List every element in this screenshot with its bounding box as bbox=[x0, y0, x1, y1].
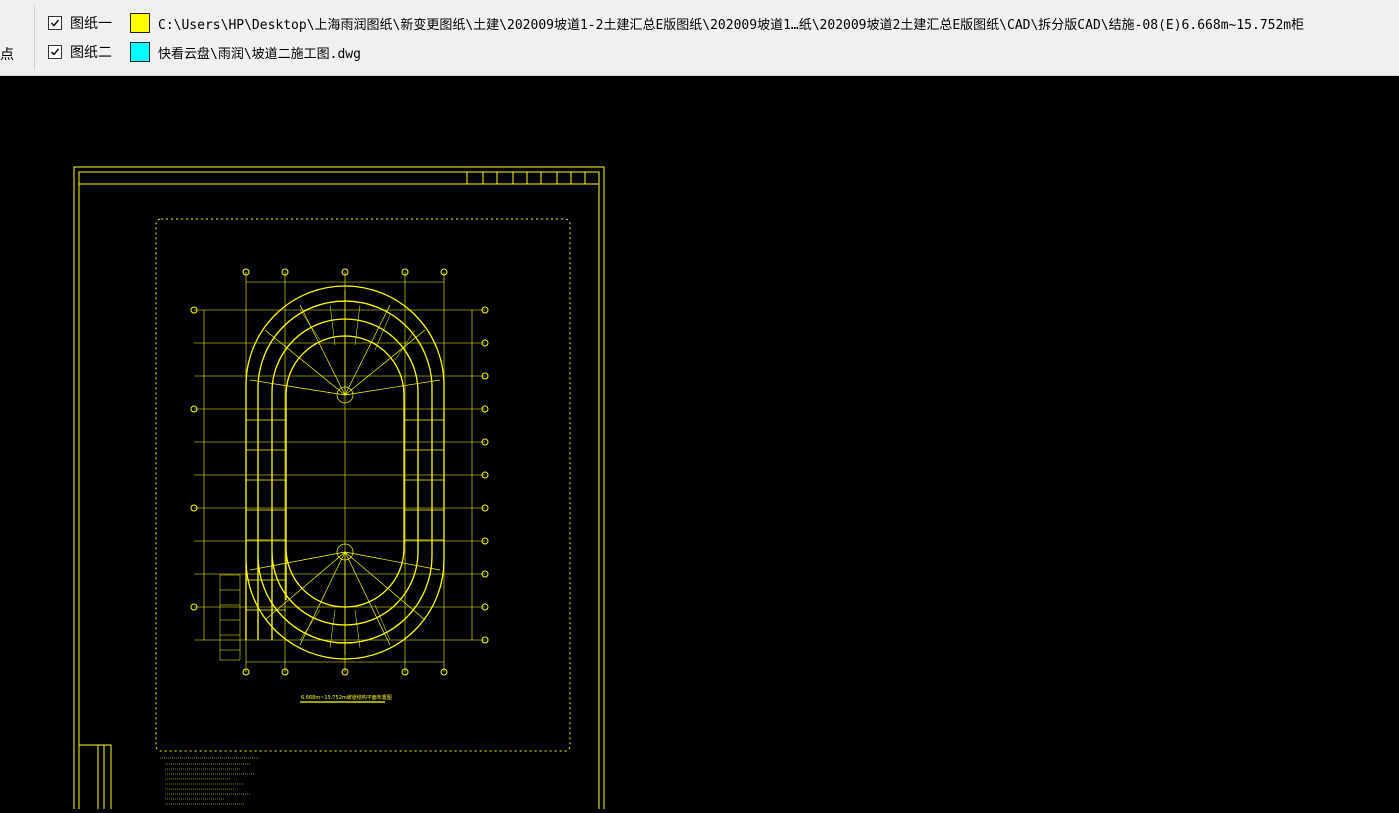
drawing-1-path: C:\Users\HP\Desktop\上海雨润图纸\新变更图纸\土建\2020… bbox=[158, 17, 1305, 33]
toolbar-partial-label: 点 bbox=[0, 47, 14, 63]
axis-grid bbox=[194, 272, 485, 672]
comparison-toolbar: 点 图纸一 C:\Users\HP\Desktop\上海雨润图纸\新变更图纸\土… bbox=[0, 0, 1399, 76]
cad-drawing: 6.668m~15.752m坡道结构平面布置图 bbox=[73, 166, 605, 813]
drawing-1-color-swatch[interactable] bbox=[130, 13, 150, 33]
toolbar-divider bbox=[34, 6, 35, 70]
checkmark-icon bbox=[51, 19, 60, 27]
sheet-outer-frame bbox=[73, 166, 605, 813]
drawing-2-checkbox[interactable] bbox=[48, 45, 62, 59]
drawing-row-2: 图纸二 快看云盘\雨润\坡道二施工图.dwg bbox=[48, 39, 361, 65]
drawing-cloud-border bbox=[155, 218, 571, 752]
drawing-1-checkbox[interactable] bbox=[48, 16, 62, 30]
cad-drawing-canvas[interactable]: 6.668m~15.752m坡道结构平面布置图 bbox=[0, 76, 1399, 813]
checkmark-icon bbox=[51, 48, 60, 56]
top-radial-beams bbox=[249, 290, 441, 404]
plan-title: 6.668m~15.752m坡道结构平面布置图 bbox=[301, 694, 392, 701]
title-bar-cells bbox=[466, 172, 586, 184]
drawing-2-label: 图纸二 bbox=[70, 45, 112, 61]
bottom-radial-beams bbox=[249, 543, 441, 655]
drawing-2-path: 快看云盘\雨润\坡道二施工图.dwg bbox=[158, 46, 361, 62]
sheet-inner-frame bbox=[78, 171, 600, 813]
general-notes bbox=[160, 757, 260, 805]
sheet-title-block bbox=[78, 744, 112, 813]
drawing-2-color-swatch[interactable] bbox=[130, 42, 150, 62]
drawing-row-1: 图纸一 C:\Users\HP\Desktop\上海雨润图纸\新变更图纸\土建\… bbox=[48, 10, 1304, 36]
drawing-1-label: 图纸一 bbox=[70, 16, 112, 32]
